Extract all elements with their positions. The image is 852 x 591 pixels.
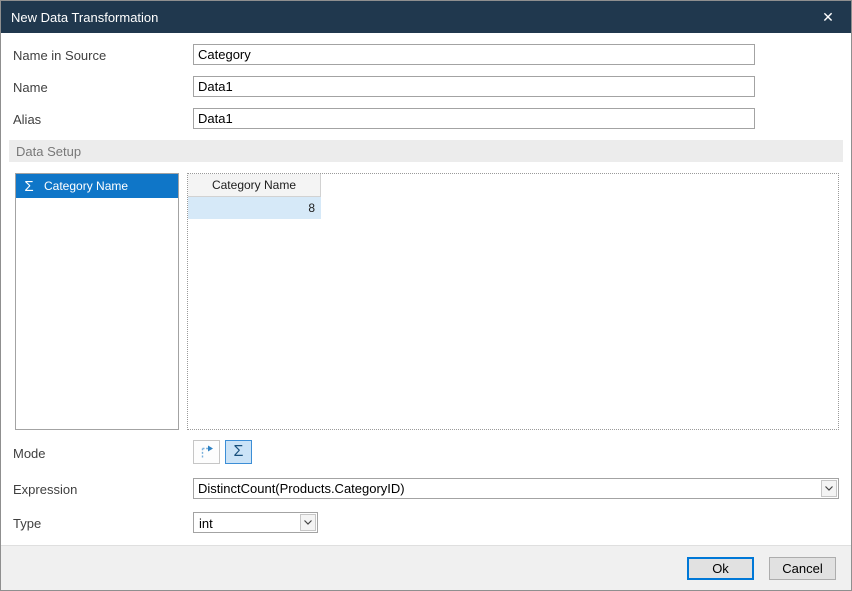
sigma-icon: Σ (21, 179, 37, 194)
cancel-button[interactable]: Cancel (769, 557, 836, 580)
grid-cell: 8 (188, 197, 321, 219)
mode-label: Mode (13, 446, 46, 461)
name-label: Name (13, 80, 48, 95)
aggregate-mode-button[interactable]: Σ (225, 440, 252, 464)
ok-button[interactable]: Ok (687, 557, 754, 580)
grid-column-header: Category Name (188, 174, 321, 197)
flatten-mode-button[interactable] (193, 440, 220, 464)
footer: Ok Cancel (1, 545, 851, 590)
expression-label: Expression (13, 482, 77, 497)
expression-dropdown-button[interactable] (821, 480, 837, 497)
mode-toolbar: Σ (193, 440, 252, 464)
type-select-value: int (199, 516, 213, 531)
dialog-title: New Data Transformation (11, 10, 158, 25)
chevron-down-icon (825, 486, 833, 491)
data-setup-section-header: Data Setup (9, 140, 843, 162)
chevron-down-icon (304, 520, 312, 525)
titlebar: New Data Transformation ✕ (1, 1, 851, 33)
alias-input[interactable] (193, 108, 755, 129)
data-setup-section-label: Data Setup (16, 144, 81, 159)
type-label: Type (13, 516, 41, 531)
list-item-category-name[interactable]: Σ Category Name (16, 174, 178, 198)
new-data-transformation-dialog: New Data Transformation ✕ Name in Source… (0, 0, 852, 591)
expression-input[interactable] (194, 479, 820, 498)
list-item-label: Category Name (44, 179, 128, 193)
name-in-source-label: Name in Source (13, 48, 106, 63)
preview-grid: Category Name 8 (187, 173, 839, 430)
flatten-mode-icon (199, 444, 215, 460)
alias-label: Alias (13, 112, 41, 127)
type-dropdown-button[interactable] (300, 514, 316, 531)
type-select[interactable]: int (193, 512, 318, 533)
close-icon[interactable]: ✕ (817, 6, 839, 28)
field-list: Σ Category Name (15, 173, 179, 430)
sigma-icon: Σ (234, 444, 244, 460)
expression-combo (193, 478, 839, 499)
name-in-source-input[interactable] (193, 44, 755, 65)
name-input[interactable] (193, 76, 755, 97)
